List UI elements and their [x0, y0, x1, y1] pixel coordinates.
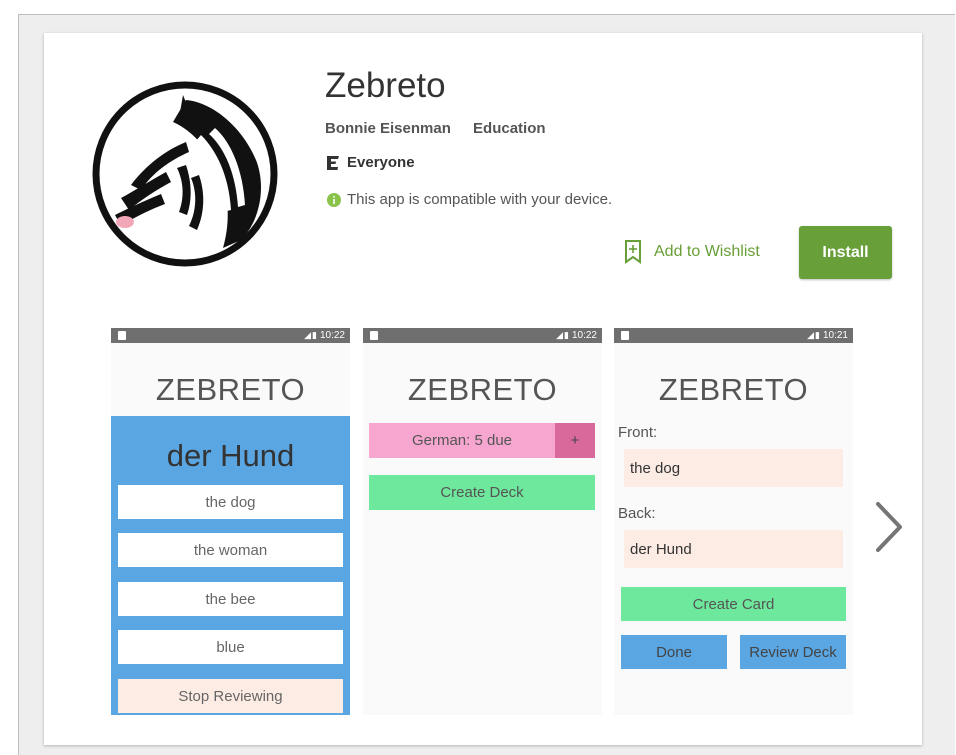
- wishlist-label: Add to Wishlist: [654, 243, 760, 260]
- status-time: 10:22: [319, 330, 345, 341]
- review-deck-button[interactable]: Review Deck: [740, 635, 846, 669]
- signal-battery-icon: ◢▮: [556, 330, 570, 340]
- compatibility-notice: This app is compatible with your device.: [327, 191, 612, 208]
- app-meta: Bonnie Eisenman Education: [325, 120, 546, 137]
- app-title: Zebreto: [325, 66, 446, 105]
- sd-card-icon: [370, 331, 378, 340]
- answer-button[interactable]: the woman: [118, 533, 343, 567]
- rating-label: Everyone: [347, 154, 415, 171]
- back-field[interactable]: [624, 530, 843, 568]
- esrb-e-icon: [327, 155, 339, 170]
- back-label: Back:: [618, 505, 656, 522]
- status-bar: ◢▮ 10:22: [111, 328, 350, 343]
- info-icon: [327, 192, 341, 207]
- signal-battery-icon: ◢▮: [807, 330, 821, 340]
- deck-review-button[interactable]: German: 5 due: [369, 423, 555, 458]
- front-label: Front:: [618, 424, 658, 441]
- signal-battery-icon: ◢▮: [304, 330, 318, 340]
- install-button[interactable]: Install: [799, 226, 892, 279]
- sd-card-icon: [621, 331, 629, 340]
- screenshot-review[interactable]: ◢▮ 10:22 ZEBRETO der Hund the dog the wo…: [111, 328, 350, 715]
- review-word: der Hund: [166, 438, 295, 473]
- status-time: 10:21: [822, 330, 848, 341]
- sd-card-icon: [118, 331, 126, 340]
- add-card-button[interactable]: +: [555, 423, 595, 458]
- answer-button[interactable]: blue: [118, 630, 343, 664]
- add-to-wishlist-button[interactable]: Add to Wishlist: [624, 240, 760, 264]
- category-link[interactable]: Education: [473, 120, 546, 137]
- screenshot-new-card[interactable]: ◢▮ 10:21 ZEBRETO Front: Back: Create Car…: [614, 328, 853, 715]
- app-header: ZEBRETO: [155, 372, 306, 407]
- compatibility-text: This app is compatible with your device.: [347, 191, 613, 208]
- answer-button[interactable]: the dog: [118, 485, 343, 519]
- status-bar: ◢▮ 10:21: [614, 328, 853, 343]
- screenshot-decks[interactable]: ◢▮ 10:22 ZEBRETO German: 5 due + Create …: [363, 328, 602, 715]
- done-button[interactable]: Done: [621, 635, 727, 669]
- bookmark-plus-icon: [625, 240, 641, 264]
- zebra-logo-icon: [92, 81, 278, 267]
- developer-link[interactable]: Bonnie Eisenman: [325, 120, 451, 137]
- content-rating: Everyone: [325, 154, 415, 171]
- app-header: ZEBRETO: [407, 372, 558, 407]
- front-field[interactable]: [624, 449, 843, 487]
- stop-reviewing-button[interactable]: Stop Reviewing: [118, 679, 343, 713]
- create-deck-button[interactable]: Create Deck: [369, 475, 595, 510]
- status-time: 10:22: [571, 330, 597, 341]
- status-bar: ◢▮ 10:22: [363, 328, 602, 343]
- app-header: ZEBRETO: [658, 372, 809, 407]
- deck-row: German: 5 due +: [369, 423, 595, 458]
- chevron-right-icon[interactable]: [868, 498, 908, 558]
- answer-button[interactable]: the bee: [118, 582, 343, 616]
- create-card-button[interactable]: Create Card: [621, 587, 846, 621]
